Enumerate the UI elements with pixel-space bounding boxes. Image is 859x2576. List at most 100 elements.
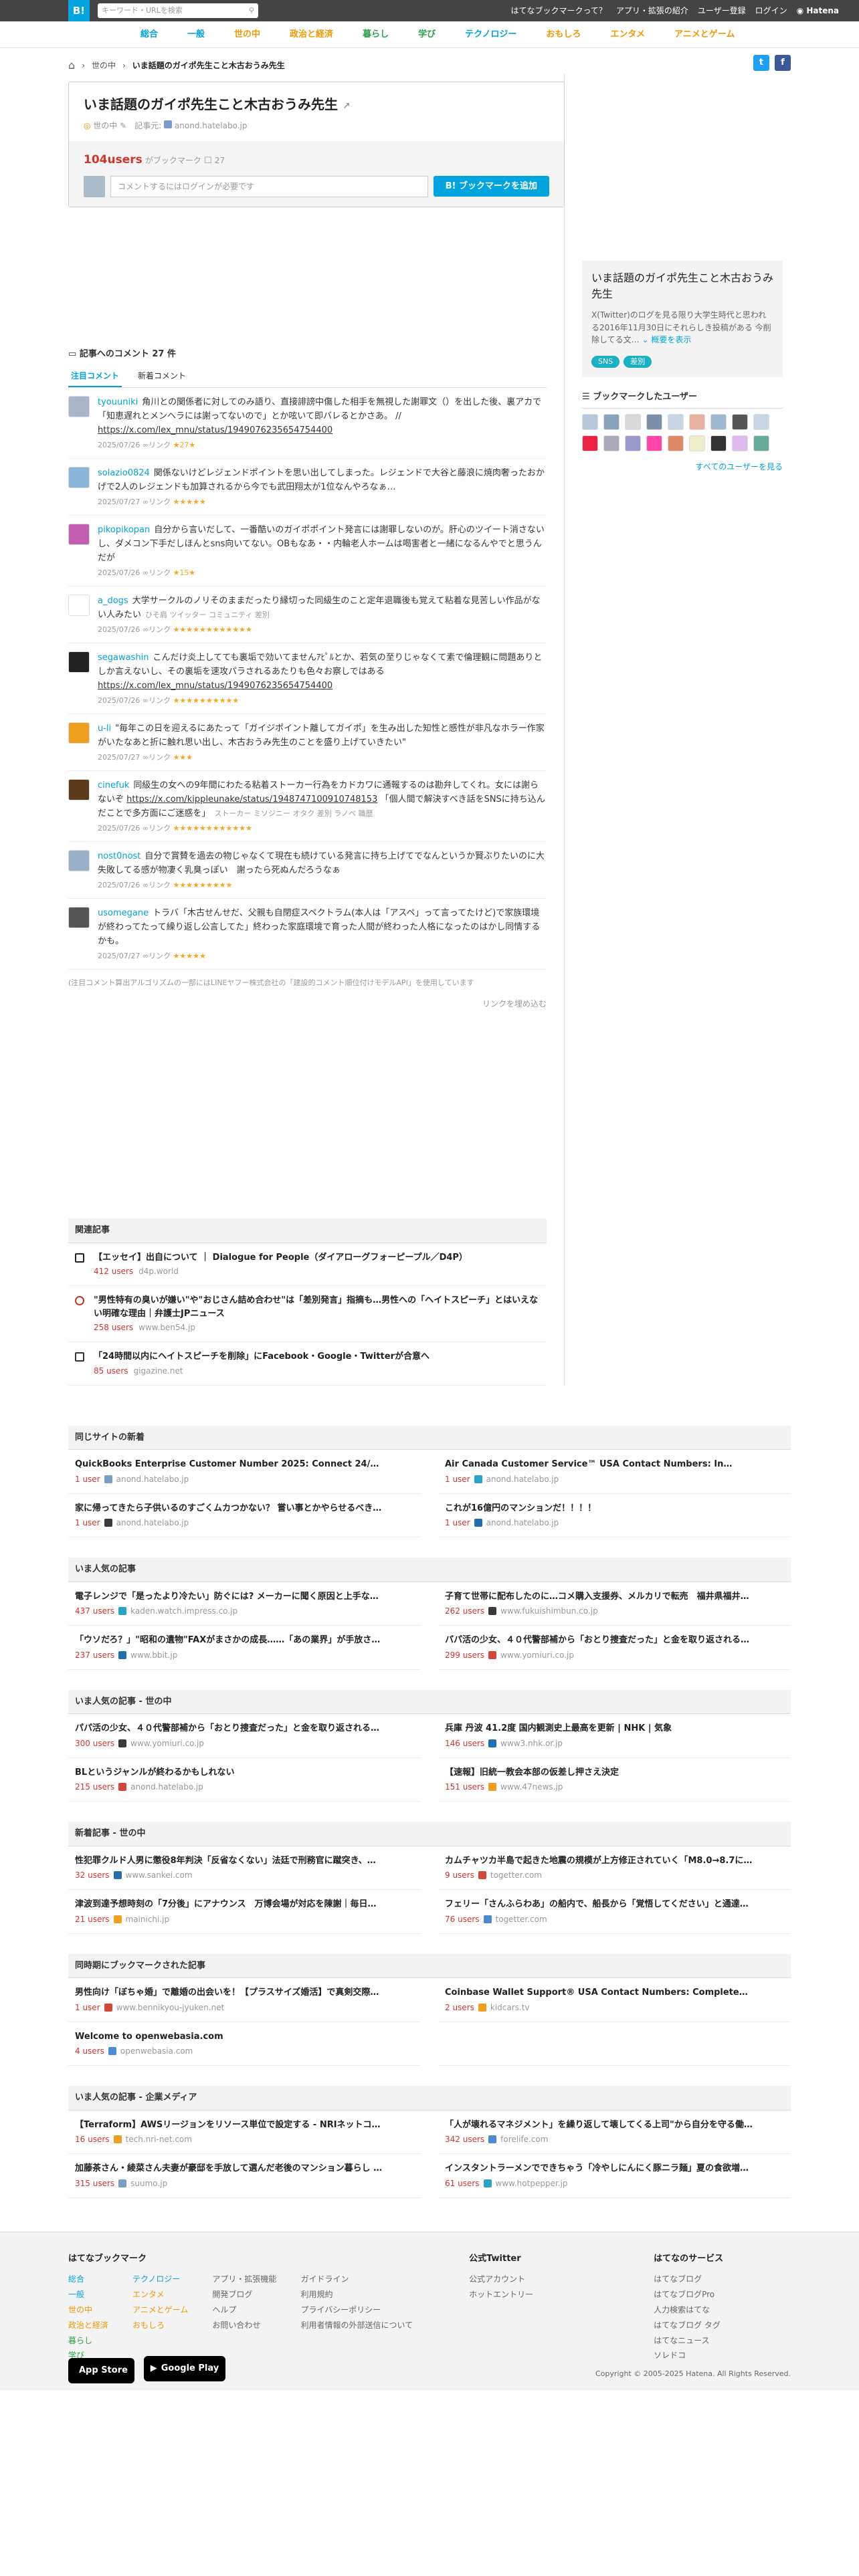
bookmark-users-count[interactable]: 104users bbox=[84, 153, 142, 167]
entry-source[interactable]: 記事元: anond.hatelabo.jp bbox=[134, 120, 248, 132]
comment-date[interactable]: 2025/07/26 bbox=[98, 568, 140, 577]
search-input[interactable]: キーワード・URLを検索 ⚲ bbox=[98, 3, 258, 18]
add-bookmark-button[interactable]: B! ブックマークを追加 bbox=[433, 175, 549, 197]
commenter-avatar[interactable] bbox=[68, 523, 90, 545]
footer-link[interactable]: はてなブログ bbox=[654, 2272, 723, 2287]
article-title[interactable]: これが16億円のマンションだ！！！！ bbox=[445, 1502, 784, 1515]
article-title[interactable]: インスタントラーメンでできちゃう「冷やしにんにく豚ニラ麺」夏の食欲増… bbox=[445, 2162, 784, 2175]
article-title[interactable]: 電子レンジで「是ったより冷たい」防ぐには? メーカーに聞く原因と上手な… bbox=[75, 1590, 414, 1604]
user-avatar[interactable] bbox=[732, 435, 748, 451]
user-avatar[interactable] bbox=[603, 435, 619, 451]
article-users[interactable]: 215 users bbox=[75, 1781, 114, 1793]
footer-link[interactable]: 政治と経済 bbox=[68, 2318, 108, 2333]
about-link[interactable]: はてなブックマークって？ bbox=[510, 5, 606, 17]
comment-date[interactable]: 2025/07/26 bbox=[98, 824, 140, 833]
article-title[interactable]: 家に帰ってきたら子供いるのすごくムカつかない？ 嘗い事とかやらせるべき… bbox=[75, 1502, 414, 1515]
commenter-avatar[interactable] bbox=[68, 466, 90, 488]
commenter-name[interactable]: usomegane bbox=[98, 908, 149, 918]
article-item[interactable]: インスタントラーメンでできちゃう「冷やしにんにく豚ニラ麺」夏の食欲増… 61 us… bbox=[438, 2154, 791, 2198]
user-avatar[interactable] bbox=[710, 435, 727, 451]
article-item[interactable]: 兵庫 丹波 41.2度 国内観測史上最高を更新 | NHK | 気象 146 us… bbox=[438, 1714, 791, 1758]
related-title[interactable]: 【エッセイ】出自について ｜ Dialogue for People（ダイアロー… bbox=[94, 1251, 468, 1265]
comment-stars[interactable]: ★27★ bbox=[173, 441, 196, 449]
cat-nav-item[interactable]: 世の中 bbox=[219, 28, 275, 41]
article-title[interactable]: パパ活の少女、４０代警部補から「おとり捜査だった」と金を取り返される… bbox=[75, 1722, 414, 1735]
comment-stars[interactable]: ★★★★★★★★★ bbox=[173, 881, 233, 889]
cat-nav-item[interactable]: 総合 bbox=[126, 28, 173, 41]
commenter-avatar[interactable] bbox=[68, 396, 90, 417]
user-avatar[interactable] bbox=[625, 435, 641, 451]
commenter-avatar[interactable] bbox=[68, 651, 90, 673]
cat-nav-item[interactable]: 学び bbox=[403, 28, 450, 41]
commenter-avatar[interactable] bbox=[68, 849, 90, 871]
article-users[interactable]: 342 users bbox=[445, 2133, 484, 2145]
comment-stars[interactable]: ★★★ bbox=[173, 753, 193, 762]
tag-sns[interactable]: SNS bbox=[591, 355, 620, 368]
article-users[interactable]: 300 users bbox=[75, 1737, 114, 1749]
article-title[interactable]: 「ウソだろ？」"昭和の遺物"FAXがまさかの成長……「あの業界」が手放さ… bbox=[75, 1634, 414, 1647]
footer-link[interactable]: ホットエントリー bbox=[469, 2287, 533, 2302]
hatebu-logo[interactable]: B! bbox=[68, 0, 90, 21]
comment-date[interactable]: 2025/07/26 bbox=[98, 696, 140, 705]
comment-stars[interactable]: ★★★★★★★★★★★★ bbox=[173, 625, 252, 634]
user-avatar[interactable] bbox=[668, 413, 684, 430]
search-icon[interactable]: ⚲ bbox=[249, 5, 254, 17]
user-avatar[interactable] bbox=[646, 435, 662, 451]
article-users[interactable]: 1 user bbox=[445, 1517, 470, 1529]
login-link[interactable]: ログイン bbox=[755, 5, 787, 17]
article-title[interactable]: 性犯罪クルド人男に懲役8年判決「反省なくない」法廷で刑務官に蹴突き、… bbox=[75, 1854, 414, 1868]
commenter-avatar[interactable] bbox=[68, 778, 90, 800]
comment-date[interactable]: 2025/07/26 bbox=[98, 881, 140, 889]
comment-link[interactable]: https://x.com/lex_mnu/status/19490762356… bbox=[98, 425, 332, 435]
home-icon[interactable]: ⌂ bbox=[68, 58, 75, 74]
article-item[interactable]: Air Canada Customer Service™ USA Contact… bbox=[438, 1450, 791, 1494]
footer-link[interactable]: ヘルプ bbox=[212, 2302, 276, 2318]
commenter-avatar[interactable] bbox=[68, 594, 90, 616]
user-avatar[interactable] bbox=[753, 413, 769, 430]
article-title[interactable]: カムチャツカ半島で起きた地震の規模が上方修正されていく「M8.0→8.7に… bbox=[445, 1854, 784, 1868]
comment-permalink[interactable]: ∞リンク bbox=[140, 568, 173, 577]
commenter-name[interactable]: nost0nost bbox=[98, 851, 140, 861]
article-title[interactable]: 【Terraform】AWSリージョンをリソース単位で設定する - NRIネット… bbox=[75, 2119, 414, 2132]
user-avatar[interactable] bbox=[753, 435, 769, 451]
cat-nav-item[interactable]: 一般 bbox=[173, 28, 219, 41]
article-item[interactable]: 男性向け「ぼちゃ婚」で離婚の出会いを！【プラスサイズ婚活】で真剣交際… 1 use… bbox=[68, 1978, 421, 2022]
entry-title[interactable]: いま話題のガイポ先生こと木古おうみ先生 ↗ bbox=[84, 94, 549, 114]
article-item[interactable]: 「人が壊れるマネジメント」を繰り返して壊してくる上司"から自分を守る働… 342 … bbox=[438, 2111, 791, 2155]
article-title[interactable]: 「人が壊れるマネジメント」を繰り返して壊してくる上司"から自分を守る働… bbox=[445, 2119, 784, 2132]
article-title[interactable]: Welcome to openwebasia.com bbox=[75, 2030, 414, 2044]
article-item[interactable]: Coinbase Wallet Support® USA Contact Num… bbox=[438, 1978, 791, 2022]
facebook-share-icon[interactable]: f bbox=[775, 55, 791, 71]
external-link-icon[interactable]: ↗ bbox=[343, 101, 351, 112]
footer-link[interactable]: アニメとゲーム bbox=[132, 2302, 188, 2318]
article-users[interactable]: 76 users bbox=[445, 1913, 480, 1925]
article-item[interactable]: BLというジャンルが終わるかもしれない 215 users anond.hatela… bbox=[68, 1758, 421, 1802]
comment-permalink[interactable]: ∞リンク bbox=[140, 625, 173, 634]
user-avatar[interactable] bbox=[582, 435, 598, 451]
article-users[interactable]: 4 users bbox=[75, 2045, 104, 2057]
article-users[interactable]: 1 user bbox=[75, 1517, 100, 1529]
article-item[interactable]: Welcome to openwebasia.com 4 users openweb… bbox=[68, 2022, 421, 2066]
article-item[interactable]: 家に帰ってきたら子供いるのすごくムカつかない？ 嘗い事とかやらせるべき… 1 us… bbox=[68, 1494, 421, 1538]
article-users[interactable]: 151 users bbox=[445, 1781, 484, 1793]
footer-link[interactable]: テクノロジー bbox=[132, 2272, 188, 2287]
article-title[interactable]: QuickBooks Enterprise Customer Number 20… bbox=[75, 1458, 414, 1471]
article-users[interactable]: 262 users bbox=[445, 1605, 484, 1617]
comment-input[interactable]: コメントするにはログインが必要です bbox=[110, 175, 428, 197]
comment-permalink[interactable]: ∞リンク bbox=[140, 824, 173, 833]
user-avatar[interactable] bbox=[582, 413, 598, 430]
article-users[interactable]: 2 users bbox=[445, 2002, 474, 2014]
footer-link[interactable]: 開発ブログ bbox=[212, 2287, 276, 2302]
twitter-share-icon[interactable]: t bbox=[753, 55, 769, 71]
related-item[interactable]: "男性特有の臭いが嫌い"や"おじさん詰め合わせ"は「差別発言」指摘も…男性への「… bbox=[68, 1286, 547, 1343]
user-avatar[interactable] bbox=[732, 413, 748, 430]
related-title[interactable]: "男性特有の臭いが嫌い"や"おじさん詰め合わせ"は「差別発言」指摘も…男性への「… bbox=[94, 1294, 540, 1320]
article-users[interactable]: 61 users bbox=[445, 2177, 480, 2189]
article-item[interactable]: 「ウソだろ？」"昭和の遺物"FAXがまさかの成長……「あの業界」が手放さ… 237… bbox=[68, 1626, 421, 1670]
article-item[interactable]: 電子レンジで「是ったより冷たい」防ぐには? メーカーに聞く原因と上手な… 437 … bbox=[68, 1582, 421, 1626]
footer-link[interactable]: 人力検索はてな bbox=[654, 2302, 723, 2318]
footer-link[interactable]: プライバシーポリシー bbox=[300, 2302, 413, 2318]
footer-link[interactable]: おもしろ bbox=[132, 2318, 188, 2333]
related-item[interactable]: 「24時間以内にヘイトスピーチを削除」にFacebook・Google・Twit… bbox=[68, 1342, 547, 1386]
cat-nav-item[interactable]: 暮らし bbox=[348, 28, 403, 41]
